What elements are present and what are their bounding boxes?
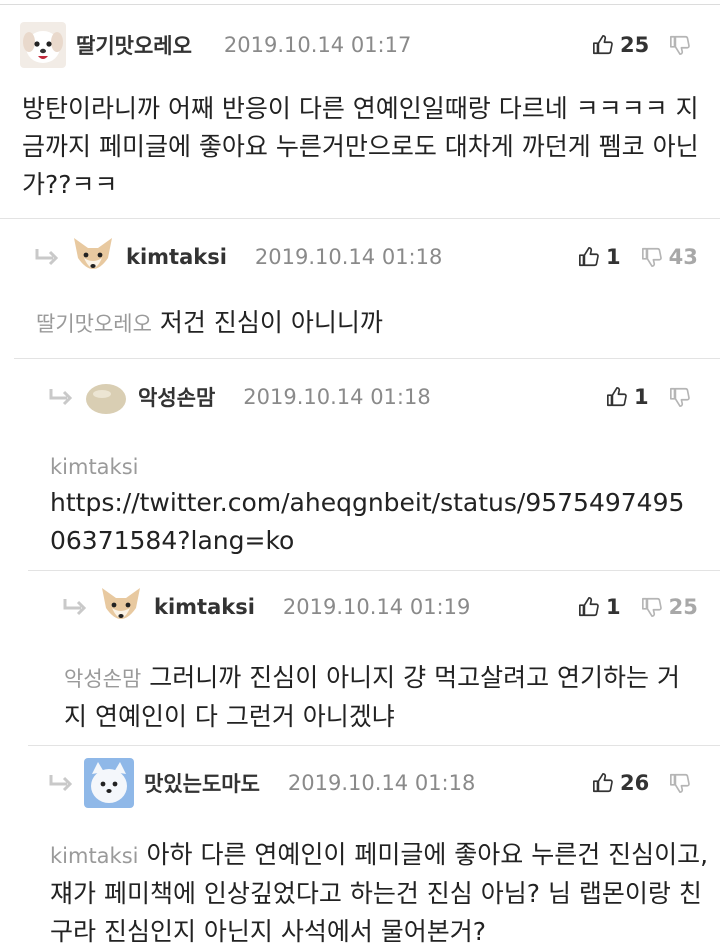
- comment-divider: [0, 218, 720, 219]
- comment-date: 2019.10.14 01:18: [287, 771, 476, 795]
- thumbs-down-icon: [669, 387, 690, 407]
- thumbs-down-icon: [641, 597, 662, 617]
- comment-divider: [28, 745, 720, 746]
- like-count: 1: [606, 595, 621, 619]
- like-count: 1: [634, 385, 649, 409]
- comment-date: 2019.10.14 01:19: [282, 595, 471, 619]
- like-button[interactable]: 26: [592, 771, 649, 795]
- thumbs-down-icon: [670, 35, 691, 55]
- mention-author[interactable]: 악성손맘: [64, 667, 141, 691]
- vote-controls: 26: [592, 758, 691, 808]
- comment-body: kimtaksi 아하 다른 연예인이 페미글에 좋아요 누른건 진심이고, 쟤가…: [50, 836, 710, 951]
- dislike-button[interactable]: [669, 386, 691, 408]
- reply-arrow-icon: [63, 599, 87, 616]
- comment-date: 2019.10.14 01:17: [223, 33, 412, 57]
- vote-controls: 1 43: [578, 232, 698, 282]
- fox-avatar-icon[interactable]: [70, 234, 116, 280]
- comment-author[interactable]: 악성손맘: [138, 382, 215, 412]
- like-button[interactable]: 1: [578, 245, 621, 269]
- white-dog-avatar-icon[interactable]: [84, 758, 134, 808]
- thumbs-up-icon: [593, 35, 613, 55]
- vote-controls: 1: [606, 372, 691, 422]
- like-count: 25: [620, 33, 650, 57]
- comment-header: 맛있는도마도 2019.10.14 01:18: [48, 758, 475, 808]
- like-count: 26: [620, 771, 650, 795]
- comment-author[interactable]: kimtaksi: [126, 245, 227, 269]
- thumbs-up-icon: [593, 773, 613, 793]
- comment-date: 2019.10.14 01:18: [254, 245, 443, 269]
- vote-controls: 25: [592, 20, 691, 70]
- reply-arrow-icon: [49, 389, 73, 406]
- like-button[interactable]: 1: [606, 385, 649, 409]
- vote-controls: 1 25: [578, 582, 698, 632]
- mention-author[interactable]: kimtaksi: [50, 450, 700, 484]
- comment-date: 2019.10.14 01:18: [243, 385, 431, 409]
- like-button[interactable]: 25: [592, 33, 649, 57]
- like-button[interactable]: 1: [578, 595, 621, 619]
- comment-author[interactable]: 딸기맛오레오: [76, 30, 192, 60]
- comment-link[interactable]: https://twitter.com/aheqgnbeit/status/95…: [50, 488, 684, 555]
- dislike-button[interactable]: [669, 772, 691, 794]
- comment-header: kimtaksi 2019.10.14 01:18: [34, 232, 442, 282]
- dislike-button[interactable]: 25: [641, 595, 698, 619]
- reply-arrow-icon: [35, 249, 59, 266]
- dog-avatar-icon[interactable]: [20, 22, 66, 68]
- thumbs-down-icon: [670, 773, 691, 793]
- dislike-button[interactable]: [669, 34, 691, 56]
- thumbs-down-icon: [641, 247, 662, 267]
- comment-header: 딸기맛오레오 2019.10.14 01:17: [20, 20, 411, 70]
- comment-author[interactable]: kimtaksi: [154, 595, 255, 619]
- thumbs-up-icon: [579, 597, 599, 617]
- dislike-count: 43: [668, 245, 698, 269]
- mention-author[interactable]: kimtaksi: [50, 844, 139, 868]
- comment-divider: [14, 358, 720, 359]
- comment-text: 아하 다른 연예인이 페미글에 좋아요 누른건 진심이고, 쟤가 페미책에 인상…: [50, 840, 709, 946]
- comment-text: 그러니까 진심이 아니지 걍 먹고살려고 연기하는 거지 연예인이 다 그런거 …: [64, 663, 680, 731]
- comment-text: 방탄이라니까 어째 반응이 다른 연예인일때랑 다르네 ㅋㅋㅋㅋ 지금까지 페미…: [22, 94, 699, 199]
- comment-body: kimtaksi https://twitter.com/aheqgnbeit/…: [50, 450, 700, 560]
- fox-avatar-icon[interactable]: [98, 584, 144, 630]
- comment-body: 악성손맘 그러니까 진심이 아니지 걍 먹고살려고 연기하는 거지 연예인이 다 …: [64, 659, 694, 736]
- thumbs-up-icon: [607, 387, 627, 407]
- comment-text: 저건 진심이 아니니까: [159, 308, 383, 337]
- comment-header: kimtaksi 2019.10.14 01:19: [62, 582, 470, 632]
- blob-avatar-icon[interactable]: [84, 375, 128, 419]
- comment-body: 딸기맛오레오 저건 진심이 아니니까: [36, 304, 696, 343]
- dislike-button[interactable]: 43: [641, 245, 698, 269]
- top-border: [0, 4, 720, 5]
- comment-divider: [28, 570, 720, 571]
- thumbs-up-icon: [579, 247, 599, 267]
- like-count: 1: [606, 245, 621, 269]
- comment-header: 악성손맘 2019.10.14 01:18: [48, 372, 431, 422]
- mention-author[interactable]: 딸기맛오레오: [36, 312, 152, 336]
- reply-arrow-icon: [49, 775, 73, 792]
- dislike-count: 25: [668, 595, 698, 619]
- comment-author[interactable]: 맛있는도마도: [144, 768, 260, 798]
